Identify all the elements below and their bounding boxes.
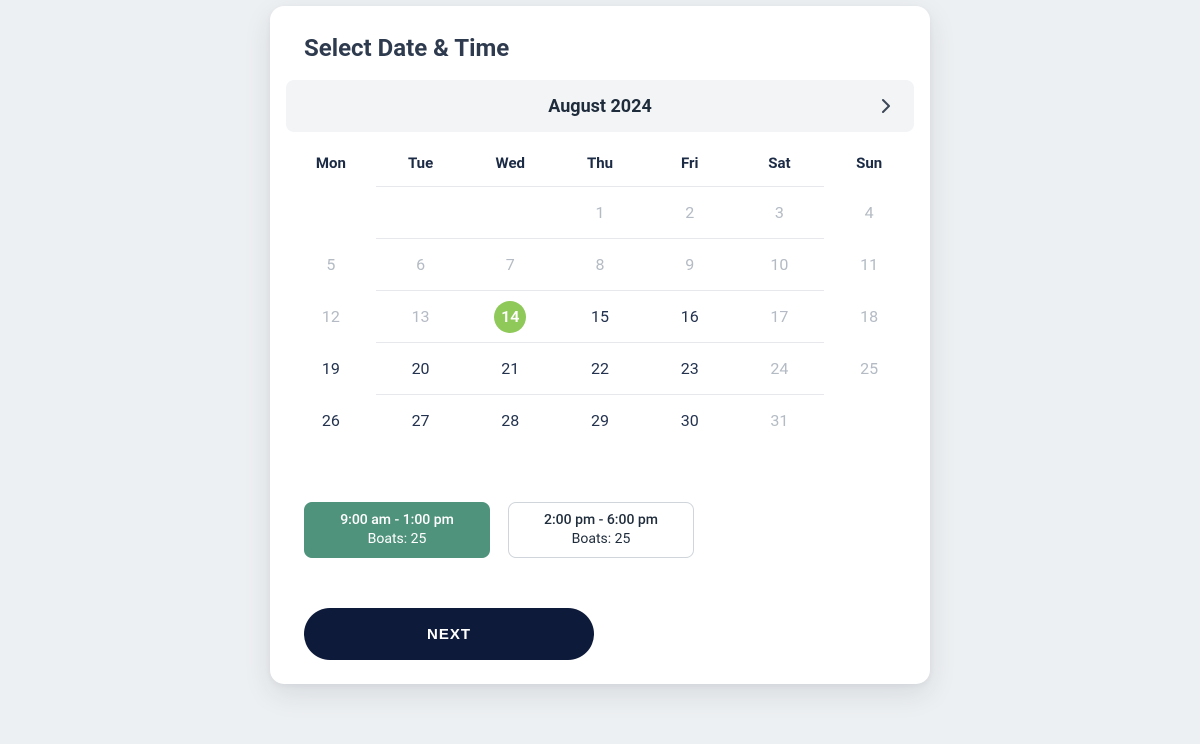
date-number: 9: [674, 249, 706, 281]
date-cell[interactable]: 25: [824, 342, 914, 394]
date-cell[interactable]: 28: [465, 394, 555, 446]
date-cell: [376, 186, 466, 238]
date-number: 14: [494, 301, 526, 333]
date-cell[interactable]: 15: [555, 290, 645, 342]
date-number: 18: [853, 301, 885, 333]
date-cell[interactable]: 16: [645, 290, 735, 342]
dow-cell: Mon: [286, 138, 376, 186]
date-number: 8: [584, 249, 616, 281]
chevron-right-icon: [881, 98, 891, 114]
dow-cell: Sun: [824, 138, 914, 186]
time-slot[interactable]: 2:00 pm - 6:00 pm Boats: 25: [508, 502, 694, 558]
date-cell[interactable]: 18: [824, 290, 914, 342]
date-cell[interactable]: 22: [555, 342, 645, 394]
date-number: 13: [405, 301, 437, 333]
date-cell[interactable]: 26: [286, 394, 376, 446]
date-row: 26 27 28 29 30 31: [286, 394, 914, 446]
time-slot-range: 2:00 pm - 6:00 pm: [544, 511, 658, 530]
date-cell[interactable]: 19: [286, 342, 376, 394]
dow-cell: Thu: [555, 138, 645, 186]
date-row: 5 6 7 8 9 10 11: [286, 238, 914, 290]
date-cell[interactable]: 2: [645, 186, 735, 238]
date-number: 4: [853, 197, 885, 229]
date-cell[interactable]: 14: [465, 290, 555, 342]
date-cell[interactable]: 1: [555, 186, 645, 238]
date-number: 28: [494, 405, 526, 437]
date-cell: [286, 186, 376, 238]
date-number: 25: [853, 353, 885, 385]
date-cell: [465, 186, 555, 238]
next-button[interactable]: NEXT: [304, 608, 594, 660]
date-cell[interactable]: 7: [465, 238, 555, 290]
date-number: 11: [853, 249, 885, 281]
date-cell[interactable]: 8: [555, 238, 645, 290]
time-slots: 9:00 am - 1:00 pm Boats: 25 2:00 pm - 6:…: [304, 502, 896, 558]
date-cell[interactable]: 9: [645, 238, 735, 290]
date-cell: [824, 394, 914, 446]
date-number: 17: [763, 301, 795, 333]
date-number: 27: [405, 405, 437, 437]
date-number: 7: [494, 249, 526, 281]
date-cell[interactable]: 11: [824, 238, 914, 290]
date-cell[interactable]: 12: [286, 290, 376, 342]
date-cell[interactable]: 24: [735, 342, 825, 394]
dow-cell: Sat: [735, 138, 825, 186]
time-slot-boats: Boats: 25: [368, 530, 427, 549]
date-row: 12 13 14 15 16 17 18: [286, 290, 914, 342]
date-cell[interactable]: 20: [376, 342, 466, 394]
date-cell[interactable]: 6: [376, 238, 466, 290]
date-number: 3: [763, 197, 795, 229]
booking-card: Select Date & Time August 2024 Mon Tue W…: [270, 6, 930, 684]
date-cell[interactable]: 10: [735, 238, 825, 290]
date-cell[interactable]: 17: [735, 290, 825, 342]
month-bar: August 2024: [286, 80, 914, 132]
calendar: Mon Tue Wed Thu Fri Sat Sun 123456789101…: [286, 138, 914, 446]
dow-cell: Fri: [645, 138, 735, 186]
date-number: 29: [584, 405, 616, 437]
date-number: 12: [315, 301, 347, 333]
date-cell[interactable]: 23: [645, 342, 735, 394]
date-number: 19: [315, 353, 347, 385]
dow-cell: Tue: [376, 138, 466, 186]
time-slot[interactable]: 9:00 am - 1:00 pm Boats: 25: [304, 502, 490, 558]
date-cell[interactable]: 4: [824, 186, 914, 238]
date-number: 1: [584, 197, 616, 229]
date-number: 20: [405, 353, 437, 385]
date-number: 26: [315, 405, 347, 437]
date-number: 23: [674, 353, 706, 385]
date-row: 1 2 3 4: [286, 186, 914, 238]
date-number: 31: [763, 405, 795, 437]
date-number: 6: [405, 249, 437, 281]
date-cell[interactable]: 3: [735, 186, 825, 238]
date-number: 16: [674, 301, 706, 333]
time-slot-range: 9:00 am - 1:00 pm: [340, 511, 454, 530]
page-title: Select Date & Time: [270, 34, 930, 80]
month-label: August 2024: [548, 96, 652, 117]
date-number: 15: [584, 301, 616, 333]
time-slot-boats: Boats: 25: [572, 530, 631, 549]
dow-row: Mon Tue Wed Thu Fri Sat Sun: [286, 138, 914, 186]
date-number: 10: [763, 249, 795, 281]
date-cell[interactable]: 31: [735, 394, 825, 446]
dow-cell: Wed: [465, 138, 555, 186]
date-row: 19 20 21 22 23 24 25: [286, 342, 914, 394]
date-number: 30: [674, 405, 706, 437]
date-cell[interactable]: 27: [376, 394, 466, 446]
date-cell[interactable]: 30: [645, 394, 735, 446]
date-cell[interactable]: 21: [465, 342, 555, 394]
date-cell[interactable]: 13: [376, 290, 466, 342]
next-month-button[interactable]: [872, 92, 900, 120]
date-number: 21: [494, 353, 526, 385]
date-cell[interactable]: 29: [555, 394, 645, 446]
date-number: 2: [674, 197, 706, 229]
date-cell[interactable]: 5: [286, 238, 376, 290]
date-number: 5: [315, 249, 347, 281]
date-number: 22: [584, 353, 616, 385]
date-number: 24: [763, 353, 795, 385]
